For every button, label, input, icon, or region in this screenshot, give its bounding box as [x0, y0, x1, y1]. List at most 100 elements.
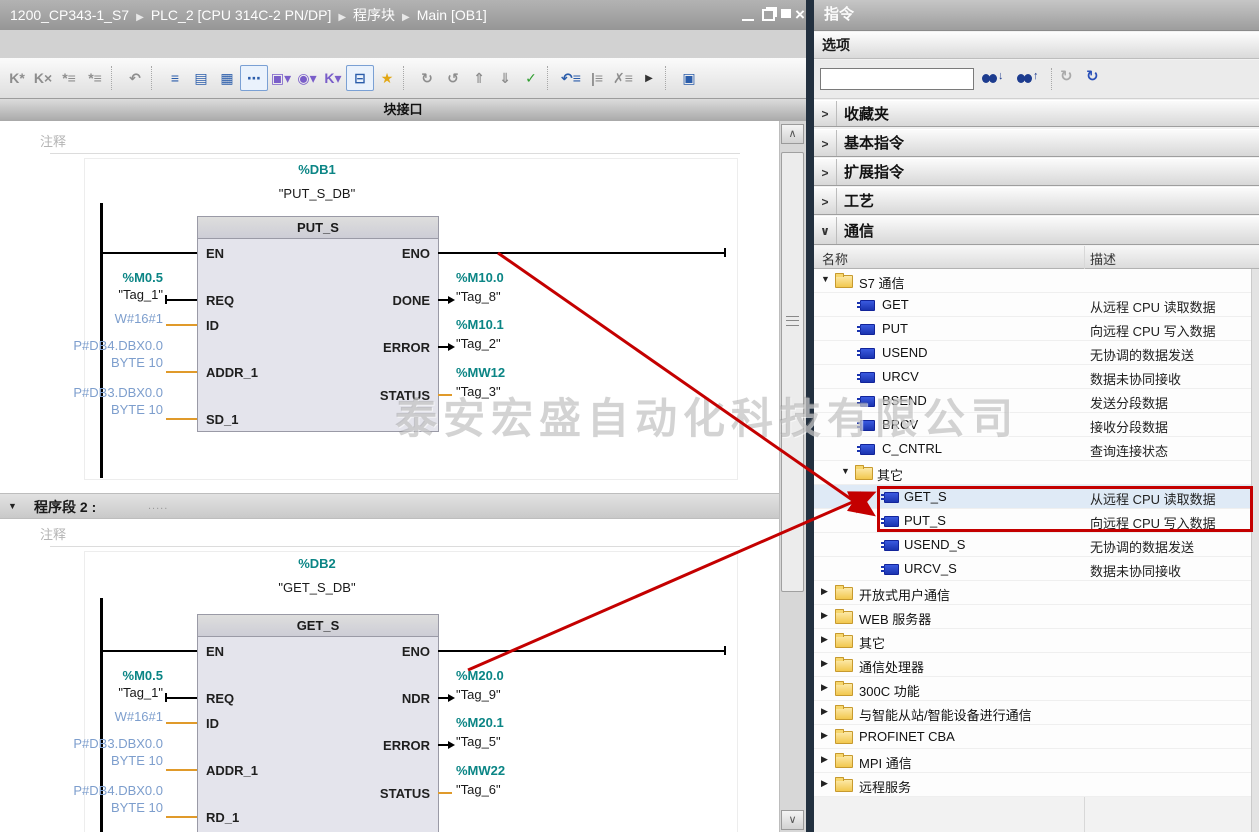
- maximize-button[interactable]: [781, 9, 791, 18]
- operand-address[interactable]: %M0.5: [0, 270, 163, 285]
- tree-row-urcv-s[interactable]: URCV_S 数据未协同接收: [814, 557, 1259, 581]
- block-interface-bar[interactable]: 块接口: [0, 99, 806, 122]
- operand-length[interactable]: BYTE 10: [0, 753, 163, 768]
- go-offline-icon[interactable]: ↺: [440, 66, 466, 90]
- operand-length[interactable]: BYTE 10: [0, 402, 163, 417]
- tree-row-others[interactable]: ▶ 其它: [814, 629, 1259, 653]
- operand-pointer[interactable]: P#DB4.DBX0.0: [0, 338, 163, 353]
- operand-pointer[interactable]: P#DB3.DBX0.0: [0, 385, 163, 400]
- sync-favorites-icon[interactable]: ↻: [1086, 67, 1099, 85]
- tree-row-urcv[interactable]: URCV 数据未协同接收: [814, 365, 1259, 389]
- network-collapse-icon[interactable]: ▼: [8, 501, 17, 511]
- close-button[interactable]: ×: [795, 0, 805, 29]
- tree-row-usend-s[interactable]: USEND_S 无协调的数据发送: [814, 533, 1259, 557]
- tree-row-c-cntrl[interactable]: C_CNTRL 查询连接状态: [814, 437, 1259, 461]
- section-extended-instructions[interactable]: > 扩展指令: [814, 158, 1259, 186]
- tree-row-usend[interactable]: USEND 无协调的数据发送: [814, 341, 1259, 365]
- scroll-down-button[interactable]: ∨: [781, 810, 804, 830]
- split-editor-icon[interactable]: ▣: [676, 66, 702, 90]
- db1-address[interactable]: %DB1: [197, 162, 437, 177]
- find-next-icon[interactable]: [982, 74, 997, 83]
- tree-row-bsend[interactable]: BSEND 发送分段数据: [814, 389, 1259, 413]
- find-previous-icon[interactable]: [1017, 74, 1032, 83]
- operand-tag[interactable]: "Tag_3": [456, 384, 501, 399]
- column-description[interactable]: 描述: [1090, 249, 1116, 268]
- tree-row-others-s7[interactable]: ▼ 其它: [814, 461, 1259, 485]
- define-tags-icon[interactable]: *≡: [56, 66, 82, 90]
- network-list-icon[interactable]: ≡: [162, 66, 188, 90]
- call-structure-icon[interactable]: ↶≡: [558, 66, 584, 90]
- expand-right-icon[interactable]: ▶: [821, 634, 828, 645]
- operand-address[interactable]: %M0.5: [0, 668, 163, 683]
- tree-row-ismart-device-communication[interactable]: ▶ 与智能从站/智能设备进行通信: [814, 701, 1259, 725]
- put-s-block[interactable]: PUT_S EN ENO REQ ID ADDR_1 SD_1 DONE ERR…: [197, 216, 439, 432]
- section-technology[interactable]: > 工艺: [814, 187, 1259, 215]
- tree-row-profinet-cba[interactable]: ▶ PROFINET CBA: [814, 725, 1259, 749]
- tree-row-get-s[interactable]: GET_S 从远程 CPU 读取数据: [814, 485, 1259, 509]
- chevron-down-icon[interactable]: ∨: [814, 217, 837, 244]
- chevron-right-icon[interactable]: >: [814, 130, 837, 156]
- breadcrumb-plc[interactable]: PLC_2 [CPU 314C-2 PN/DP]: [151, 7, 332, 23]
- db1-name[interactable]: "PUT_S_DB": [197, 186, 437, 201]
- expand-right-icon[interactable]: ▶: [821, 658, 828, 669]
- insert-tag-icon[interactable]: K*: [4, 66, 30, 90]
- undo-pin-icon[interactable]: ↶: [122, 66, 148, 90]
- expand-right-icon[interactable]: ▶: [821, 706, 828, 717]
- search-input[interactable]: [820, 68, 974, 90]
- operand-address[interactable]: %M10.1: [456, 317, 504, 332]
- operand-tag[interactable]: "Tag_5": [456, 734, 501, 749]
- expand-networks-icon[interactable]: ▤: [188, 66, 214, 90]
- operand-pointer[interactable]: P#DB4.DBX0.0: [0, 783, 163, 798]
- db2-address[interactable]: %DB2: [197, 556, 437, 571]
- operand-address[interactable]: %M20.0: [456, 668, 504, 683]
- operand-pointer[interactable]: P#DB3.DBX0.0: [0, 736, 163, 751]
- operand-length[interactable]: BYTE 10: [0, 355, 163, 370]
- operand-tag[interactable]: "Tag_6": [456, 782, 501, 797]
- operand-mode-icon[interactable]: K▾: [320, 66, 346, 90]
- pane-divider[interactable]: [806, 0, 814, 832]
- section-communication[interactable]: ∨ 通信: [814, 216, 1259, 245]
- operand-address[interactable]: %M10.0: [456, 270, 504, 285]
- tree-row-brcv[interactable]: BRCV 接收分段数据: [814, 413, 1259, 437]
- tree-row-s7-communication[interactable]: ▼ S7 通信: [814, 269, 1259, 293]
- tree-row-300c-functions[interactable]: ▶ 300C 功能: [814, 677, 1259, 701]
- upload-icon[interactable]: ⇑: [466, 66, 492, 90]
- comments-toggle-icon[interactable]: ⋯: [240, 65, 268, 91]
- operand-address[interactable]: %MW22: [456, 763, 505, 778]
- db2-name[interactable]: "GET_S_DB": [197, 580, 437, 595]
- collapse-networks-icon[interactable]: ▦: [214, 66, 240, 90]
- tree-row-web-server[interactable]: ▶ WEB 服务器: [814, 605, 1259, 629]
- expand-down-icon[interactable]: ▼: [841, 466, 850, 476]
- go-online-icon[interactable]: ↻: [414, 66, 440, 90]
- operand-tag[interactable]: "Tag_9": [456, 687, 501, 702]
- expand-right-icon[interactable]: ▶: [821, 682, 828, 693]
- favorites-icon[interactable]: ★: [374, 66, 400, 90]
- chevron-right-icon[interactable]: >: [814, 159, 837, 185]
- breadcrumb-project[interactable]: 1200_CP343-1_S7: [10, 7, 129, 23]
- get-s-block[interactable]: GET_S EN ENO REQ ID ADDR_1 RD_1 NDR ERRO…: [197, 614, 439, 832]
- scrollbar-thumb[interactable]: [781, 152, 804, 592]
- operand-tag[interactable]: "Tag_8": [456, 289, 501, 304]
- breadcrumb-main-ob1[interactable]: Main [OB1]: [417, 7, 487, 23]
- chevron-right-icon[interactable]: >: [814, 188, 837, 214]
- panel-scrollbar[interactable]: [1251, 269, 1259, 832]
- compile-icon[interactable]: ✓: [518, 66, 544, 90]
- tree-row-open-user-communication[interactable]: ▶ 开放式用户通信: [814, 581, 1259, 605]
- restore-button[interactable]: [762, 9, 775, 21]
- tree-row-communication-processor[interactable]: ▶ 通信处理器: [814, 653, 1259, 677]
- scroll-up-button[interactable]: ∧: [781, 124, 804, 144]
- network2-comment-dots[interactable]: .....: [148, 500, 168, 512]
- section-basic-instructions[interactable]: > 基本指令: [814, 129, 1259, 157]
- tree-row-mpi-communication[interactable]: ▶ MPI 通信: [814, 749, 1259, 773]
- insert-row-icon[interactable]: |≡: [584, 66, 610, 90]
- operand-tag[interactable]: "Tag_2": [456, 336, 501, 351]
- tree-row-get[interactable]: GET 从远程 CPU 读取数据: [814, 293, 1259, 317]
- expand-right-icon[interactable]: ▶: [821, 586, 828, 597]
- network1-comment[interactable]: 注释: [40, 131, 66, 150]
- download-icon[interactable]: ⇓: [492, 66, 518, 90]
- breadcrumb-program-blocks[interactable]: 程序块: [353, 7, 395, 23]
- network2-header[interactable]: ▼ 程序段 2 : .....: [0, 493, 779, 519]
- chevron-right-icon[interactable]: >: [814, 101, 837, 126]
- network2-comment[interactable]: 注释: [40, 524, 66, 543]
- operand-length[interactable]: BYTE 10: [0, 800, 163, 815]
